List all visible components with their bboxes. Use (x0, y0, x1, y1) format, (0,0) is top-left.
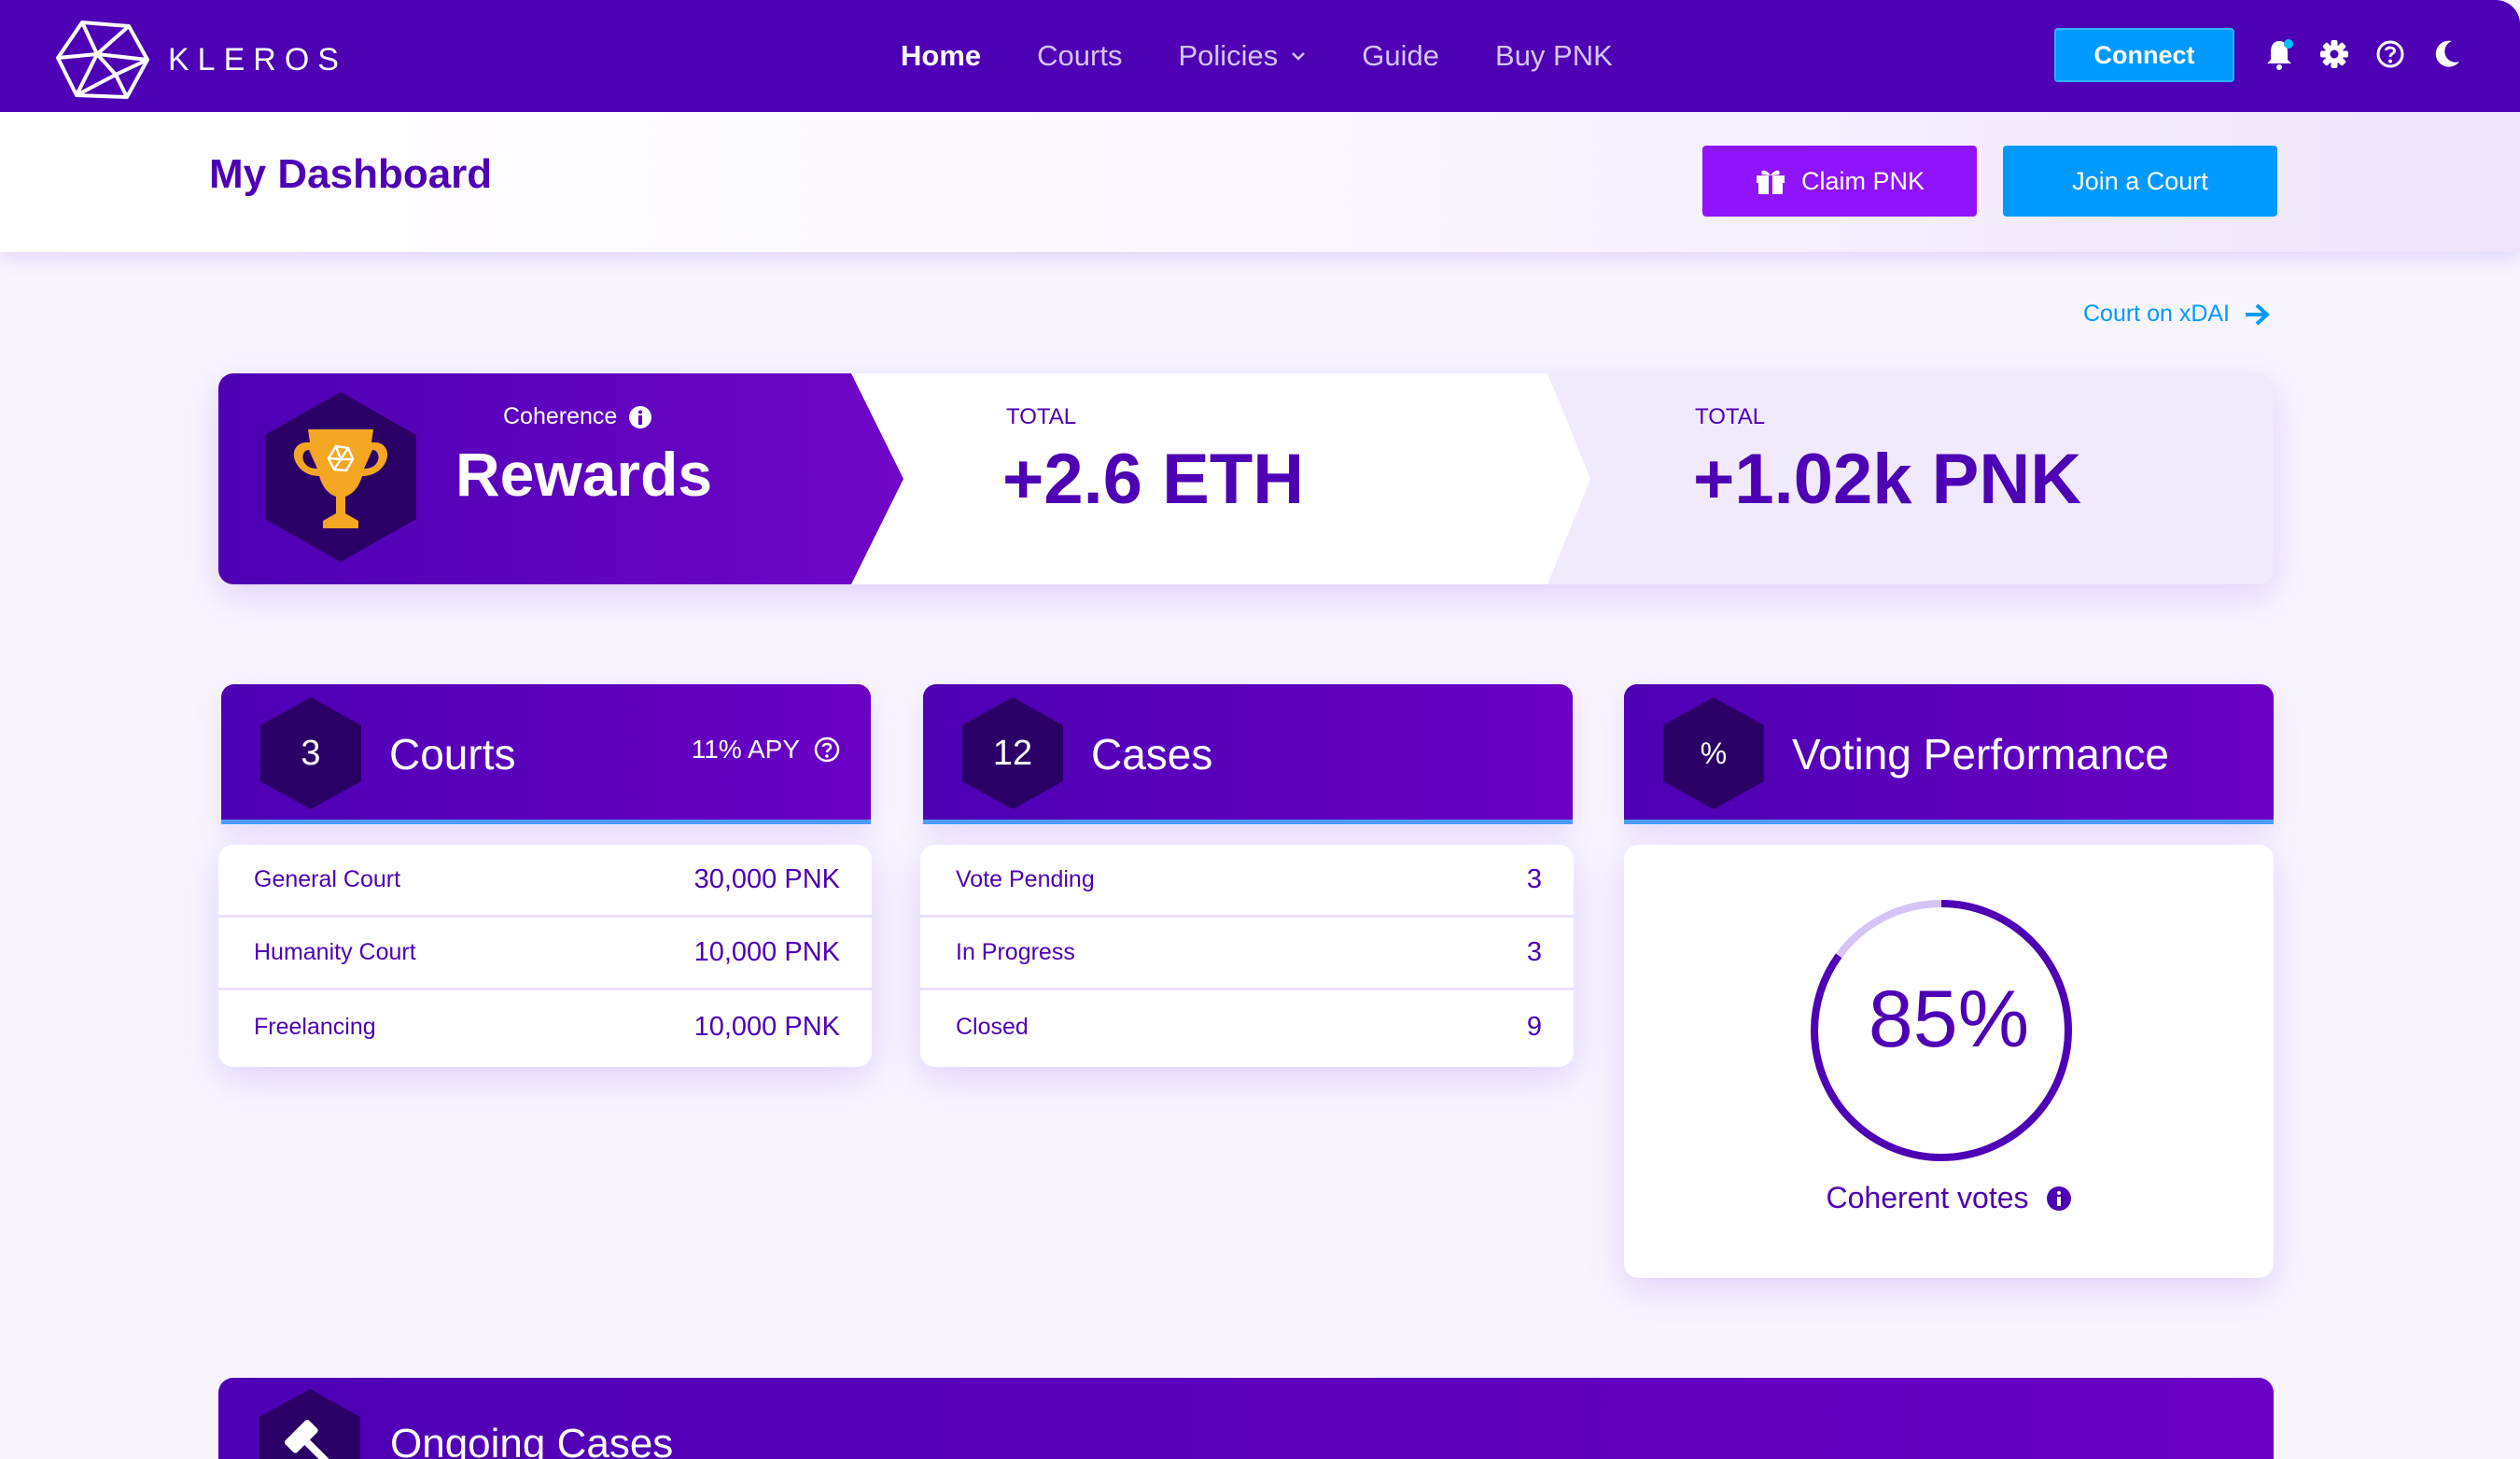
cases-card-header[interactable]: 12 Cases (923, 684, 1573, 824)
apy-label: 11% APY (692, 735, 841, 765)
court-stake: 10,000 PNK (693, 1011, 840, 1042)
chevron-down-icon (1292, 52, 1306, 61)
court-name: Humanity Court (254, 939, 416, 965)
rewards-title: Rewards (455, 440, 713, 509)
pnk-total-label: TOTAL (1695, 404, 1766, 429)
moon-icon[interactable] (2431, 37, 2463, 71)
bell-icon[interactable] (2263, 37, 2295, 71)
gavel-icon (259, 1389, 360, 1459)
nav-policies-label: Policies (1178, 39, 1279, 72)
pnk-total-value: +1.02k PNK (1693, 440, 2082, 519)
help-icon[interactable] (2374, 37, 2406, 71)
info-icon[interactable] (628, 405, 652, 429)
courts-card-header[interactable]: 3 Courts 11% APY (221, 684, 871, 824)
nav-home[interactable]: Home (901, 39, 981, 73)
eth-total-label: TOTAL (1006, 404, 1077, 429)
trophy-icon (265, 392, 416, 562)
claim-pnk-button[interactable]: Claim PNK (1702, 146, 1977, 217)
nav-courts[interactable]: Courts (1037, 39, 1122, 73)
court-on-xdai-link[interactable]: Court on xDAI (2083, 301, 2271, 328)
case-status: In Progress (956, 939, 1075, 965)
court-on-xdai-label: Court on xDAI (2083, 301, 2231, 327)
courts-title: Courts (389, 730, 516, 779)
join-court-button[interactable]: Join a Court (2003, 146, 2277, 217)
coherent-votes-text: Coherent votes (1826, 1181, 2029, 1214)
coherent-votes-label: Coherent votes (1624, 1181, 2274, 1215)
voting-title: Voting Performance (1792, 730, 2170, 779)
court-name: General Court (254, 866, 401, 892)
list-item[interactable]: Humanity Court 10,000 PNK (218, 918, 872, 990)
arrow-right-icon (2246, 303, 2270, 325)
court-name: Freelancing (254, 1013, 376, 1040)
courts-count: 3 (301, 733, 321, 773)
nav-links: Home Courts Policies Guide Buy PNK (901, 0, 1669, 112)
connect-button[interactable]: Connect (2054, 28, 2234, 82)
help-icon[interactable] (813, 736, 841, 764)
cases-count: 12 (992, 733, 1033, 773)
dashboard-header: My Dashboard Claim PNK Join a Court (0, 112, 2520, 252)
case-status: Closed (956, 1013, 1029, 1040)
gift-icon (1756, 170, 1785, 194)
claim-pnk-label: Claim PNK (1800, 166, 1925, 195)
case-count: 9 (1526, 1011, 1542, 1042)
nav-buy-pnk[interactable]: Buy PNK (1495, 39, 1613, 73)
voting-performance-card: 85% Coherent votes (1624, 845, 2274, 1278)
courts-list: General Court 30,000 PNK Humanity Court … (218, 845, 872, 1067)
case-count: 3 (1526, 864, 1542, 894)
list-item[interactable]: General Court 30,000 PNK (218, 845, 872, 918)
top-navbar: KLEROS Home Courts Policies Guide Buy PN… (0, 0, 2520, 112)
percent-symbol: % (1700, 736, 1728, 770)
coherence-percent: 85% (1868, 975, 2030, 1064)
court-stake: 30,000 PNK (693, 864, 840, 894)
eth-total-value: +2.6 ETH (1002, 440, 1305, 519)
gear-icon[interactable] (2318, 37, 2350, 71)
ongoing-cases-title: Ongoing Cases (390, 1421, 674, 1459)
list-item[interactable]: Vote Pending 3 (920, 845, 1574, 918)
list-item[interactable]: Closed 9 (920, 990, 1574, 1063)
coherence-text: Coherence (503, 403, 618, 429)
case-status: Vote Pending (956, 866, 1095, 892)
voting-card-header: % Voting Performance (1624, 684, 2274, 824)
brand-name: KLEROS (168, 41, 347, 77)
list-item[interactable]: In Progress 3 (920, 918, 1574, 990)
cases-list: Vote Pending 3 In Progress 3 Closed 9 (920, 845, 1574, 1067)
rewards-banner: Coherence Rewards TOTAL +2.6 ETH TOTAL +… (218, 373, 2274, 584)
kleros-logo-icon (56, 21, 149, 99)
nav-policies[interactable]: Policies (1178, 39, 1306, 73)
page-title: My Dashboard (209, 151, 493, 197)
case-count: 3 (1526, 937, 1542, 967)
info-icon[interactable] (2046, 1185, 2072, 1212)
cases-title: Cases (1091, 730, 1213, 779)
logo[interactable]: KLEROS (54, 17, 347, 103)
ongoing-cases-header[interactable]: Ongoing Cases (218, 1378, 2274, 1459)
list-item[interactable]: Freelancing 10,000 PNK (218, 990, 872, 1063)
coherence-label: Coherence (503, 403, 652, 430)
apy-text: 11% APY (691, 735, 800, 764)
nav-guide[interactable]: Guide (1362, 39, 1439, 73)
court-stake: 10,000 PNK (693, 937, 840, 967)
